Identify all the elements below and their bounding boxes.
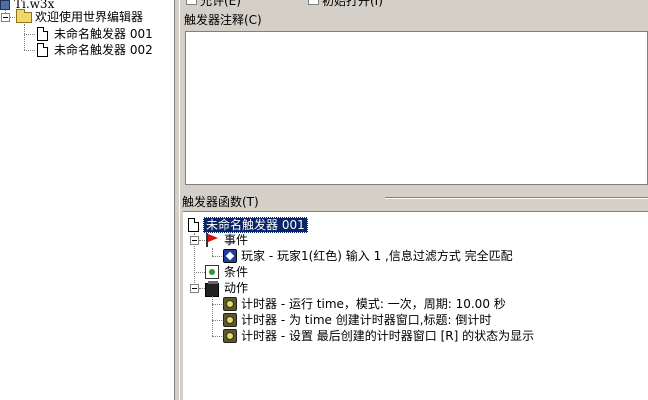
initially-on-checkbox[interactable] <box>308 0 319 5</box>
action-item[interactable]: 计时器 - 为 time 创建计时器窗口,标题: 倒计时 <box>241 312 491 328</box>
player-icon <box>223 249 237 263</box>
events-label[interactable]: 事件 <box>224 232 248 248</box>
enabled-label: 允许(E) <box>200 0 241 8</box>
folder-icon <box>16 9 32 23</box>
document-icon <box>37 43 48 57</box>
functions-label: 触发器函数(T) <box>182 195 259 209</box>
tree-connector <box>212 296 213 336</box>
enabled-checkbox[interactable] <box>186 0 197 5</box>
timer-icon <box>223 329 237 343</box>
comment-textarea[interactable] <box>185 31 648 185</box>
flag-icon <box>205 233 219 247</box>
event-item[interactable]: 玩家 - 玩家1(红色) 输入 1 ,信息过滤方式 完全匹配 <box>241 248 513 264</box>
trigger-tree-panel: Ti.w3x 欢迎使用世界编辑器 未命名触发器 001 未命名触发器 002 <box>0 0 174 400</box>
folder-collapse-toggle[interactable] <box>1 13 10 22</box>
tree-trigger-item[interactable]: 未命名触发器 002 <box>54 42 153 58</box>
tree-connector <box>24 24 25 50</box>
conditions-label[interactable]: 条件 <box>224 264 248 280</box>
events-collapse-toggle[interactable] <box>190 236 199 245</box>
tree-connector <box>212 304 222 305</box>
action-icon <box>205 281 219 297</box>
tree-connector <box>10 17 15 18</box>
action-item[interactable]: 计时器 - 运行 time，模式: 一次，周期: 10.00 秒 <box>241 296 506 312</box>
timer-icon <box>223 297 237 311</box>
functions-root-item[interactable]: 未命名触发器 001 <box>203 217 308 233</box>
map-icon <box>0 0 10 10</box>
tree-connector <box>24 34 35 35</box>
tree-connector <box>212 320 222 321</box>
group-separator <box>385 197 648 199</box>
tree-connector <box>212 336 222 337</box>
condition-icon <box>205 265 219 279</box>
actions-label[interactable]: 动作 <box>224 280 248 296</box>
tree-connector <box>212 248 213 256</box>
trigger-editor-pane: 允许(E) 初始打开(I) 触发器注释(C) 触发器函数(T) 未命名触发器 0… <box>180 0 648 400</box>
action-item[interactable]: 计时器 - 设置 最后创建的计时器窗口 [R] 的状态为显示 <box>241 328 534 344</box>
trigger-functions-tree[interactable]: 未命名触发器 001 事件 玩家 - 玩家1(红色) 输入 1 ,信息过滤方式 … <box>183 211 648 400</box>
document-icon <box>188 218 199 232</box>
timer-icon <box>223 313 237 327</box>
functions-root-label: 未命名触发器 001 <box>203 217 308 233</box>
tree-trigger-item[interactable]: 未命名触发器 001 <box>54 26 153 42</box>
tree-folder-label[interactable]: 欢迎使用世界编辑器 <box>35 9 143 25</box>
document-icon <box>37 27 48 41</box>
tree-connector <box>212 256 222 257</box>
actions-collapse-toggle[interactable] <box>190 284 199 293</box>
comment-label: 触发器注释(C) <box>184 13 262 27</box>
tree-connector <box>24 50 35 51</box>
tree-connector <box>194 272 205 273</box>
initially-on-label: 初始打开(I) <box>322 0 383 8</box>
